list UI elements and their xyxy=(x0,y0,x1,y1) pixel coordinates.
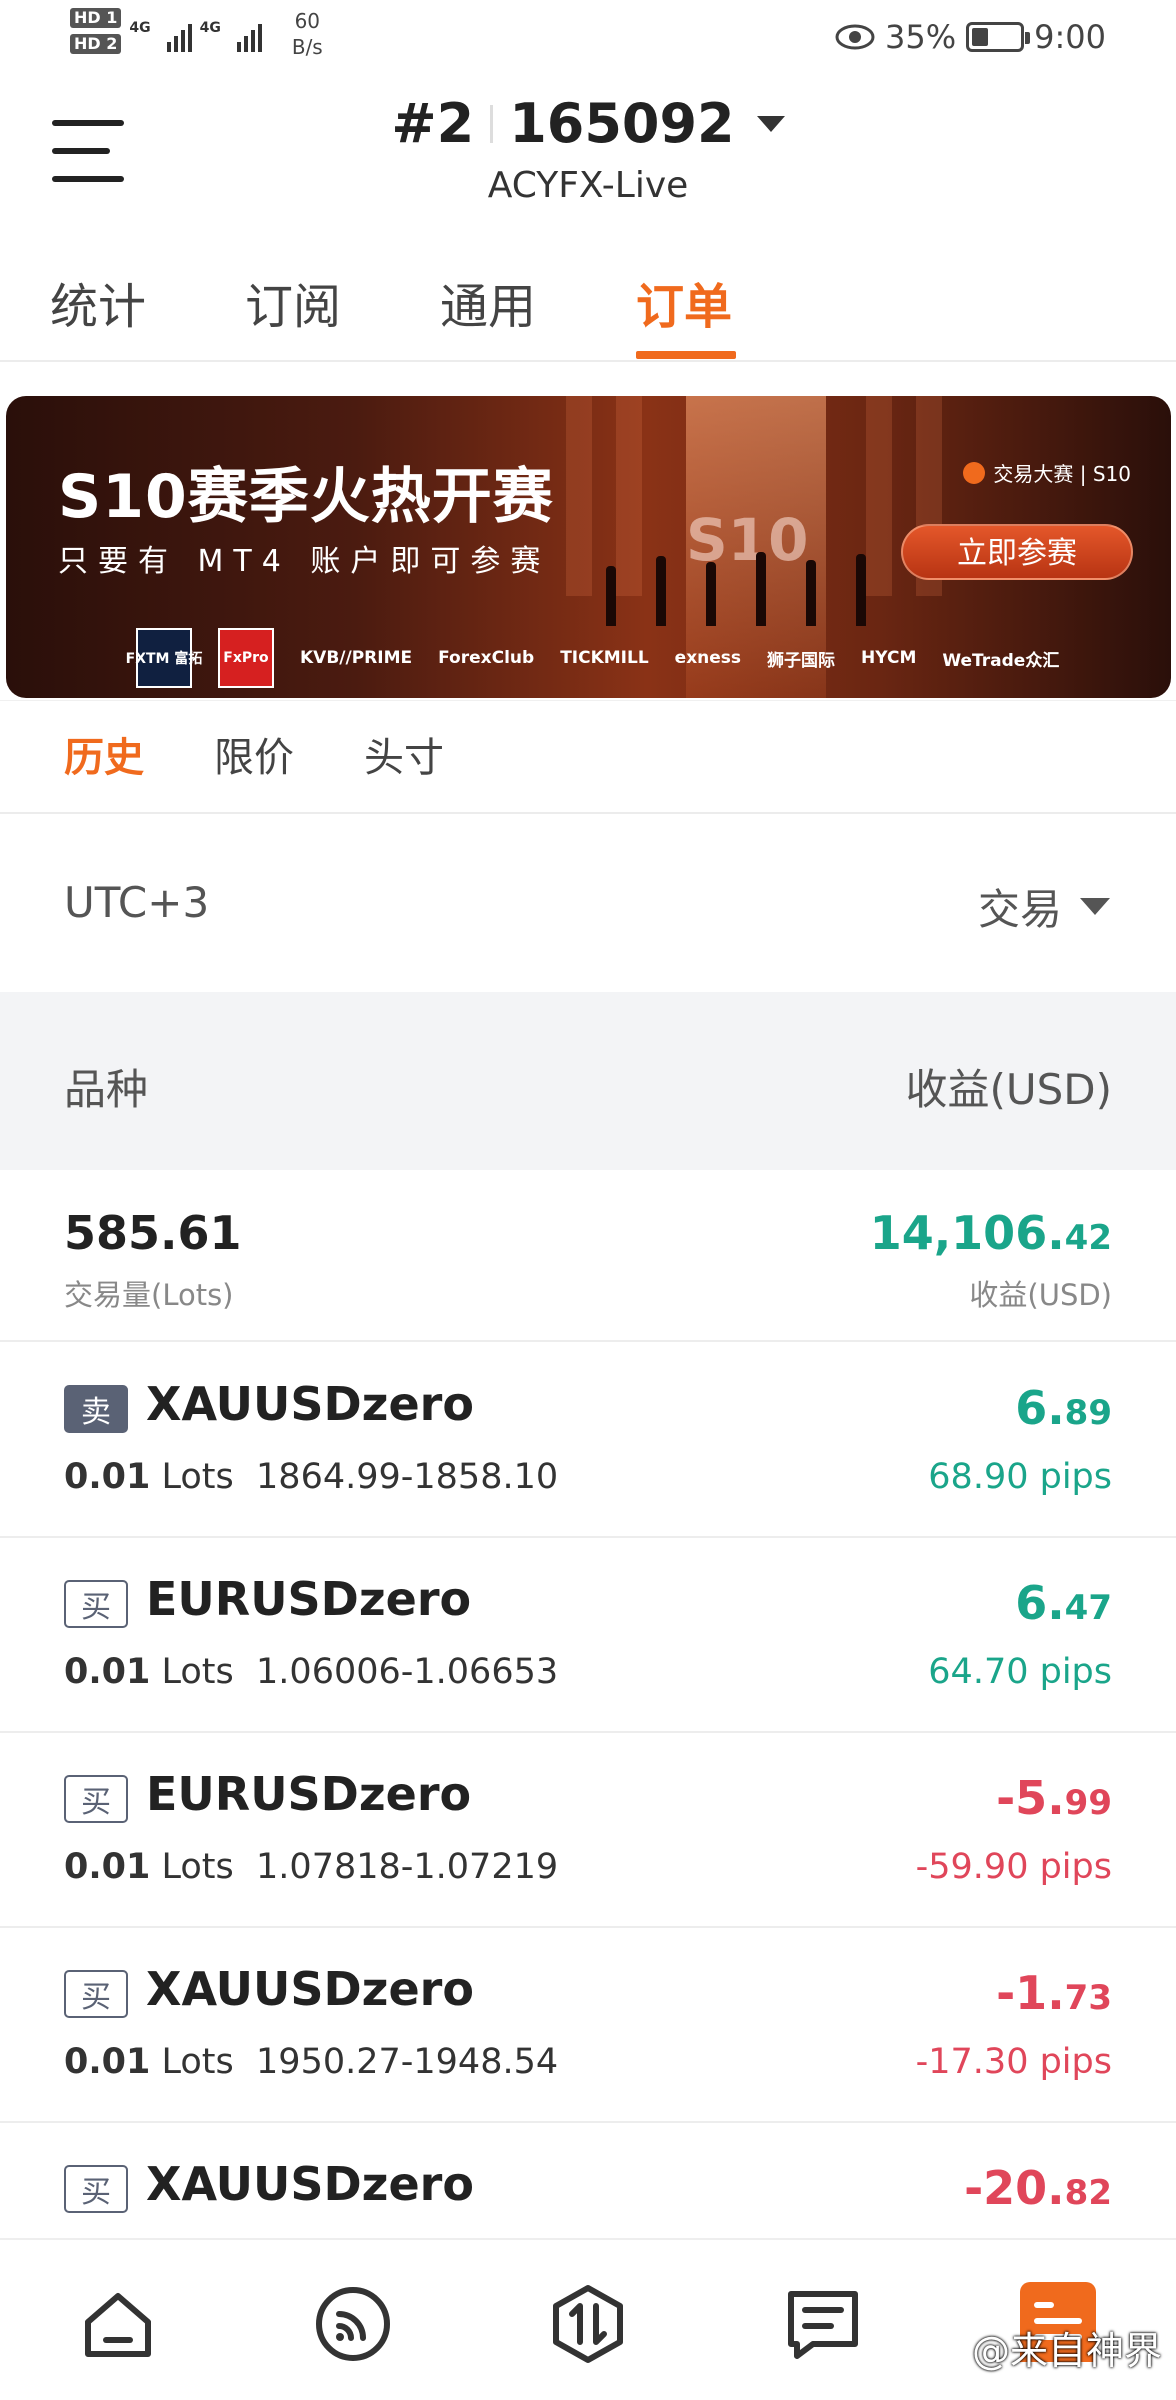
order-pips: 68.90 pips xyxy=(928,1457,1112,1497)
sponsor-logo: 狮子国际 xyxy=(767,650,836,671)
account-number: 165092 xyxy=(509,92,735,155)
side-badge: 买 xyxy=(64,1775,128,1823)
total-lots-label: 交易量(Lots) xyxy=(64,1278,234,1312)
sponsor-logo: exness xyxy=(674,648,742,668)
order-symbol: XAUUSDzero xyxy=(146,1962,474,2016)
promo-banner[interactable]: S10赛季火热开赛 只要有 MT4 账户即可参赛 S10 交易大赛 | S10 … xyxy=(6,396,1171,698)
column-profit: 收益(USD) xyxy=(905,1065,1112,1114)
sponsor-logo: HYCM xyxy=(861,648,917,668)
main-tabs: 统计 订阅 通用 订单 xyxy=(0,255,1176,362)
clock: 9:00 xyxy=(1034,18,1106,56)
subtab-limit[interactable]: 限价 xyxy=(214,725,294,783)
order-symbol: EURUSDzero xyxy=(146,1767,472,1821)
order-pips: -17.30 pips xyxy=(915,2042,1112,2082)
contest-logo-icon xyxy=(963,461,986,484)
orders-icon[interactable] xyxy=(783,2284,863,2364)
order-row[interactable]: 卖 XAUUSDzero 0.01 Lots 1864.99-1858.10 6… xyxy=(0,1343,1176,1538)
sim2-indicator: HD 2 xyxy=(70,34,122,54)
banner-subtitle: 只要有 MT4 账户即可参赛 xyxy=(58,544,551,579)
order-profit: -20.82 xyxy=(964,2161,1112,2215)
trade-icon[interactable] xyxy=(548,2284,628,2364)
summary-row: 585.61 交易量(Lots) 14,106.42 收益(USD) xyxy=(0,1170,1176,1342)
home-icon[interactable] xyxy=(78,2284,158,2364)
feed-icon[interactable] xyxy=(313,2284,393,2364)
order-row[interactable]: 买 EURUSDzero 0.01 Lots 1.06006-1.06653 6… xyxy=(0,1538,1176,1733)
sponsor-logo: FxPro xyxy=(218,628,274,688)
tab-orders[interactable]: 订单 xyxy=(636,267,732,337)
order-profit: 6.47 xyxy=(1015,1576,1112,1630)
network-type-1: 4G xyxy=(129,20,151,36)
order-detail: 0.01 Lots 1.06006-1.06653 xyxy=(64,1652,559,1692)
tab-subscribe[interactable]: 订阅 xyxy=(245,267,341,337)
order-detail: 0.01 Lots 1950.27-1948.54 xyxy=(64,2042,559,2082)
order-pips: -59.90 pips xyxy=(915,1847,1112,1887)
side-badge: 买 xyxy=(64,1580,128,1628)
order-subtabs: 历史 限价 头寸 xyxy=(0,700,1176,814)
side-badge: 买 xyxy=(64,2165,128,2213)
subtab-positions[interactable]: 头寸 xyxy=(364,725,444,783)
sponsor-logos: FXTM 富拓 FxPro KVB//PRIME ForexClub TICKM… xyxy=(126,628,1111,688)
signal-icon xyxy=(236,8,262,52)
sponsor-logo: KVB//PRIME xyxy=(300,648,413,668)
banner-badge: 交易大赛 | S10 xyxy=(963,458,1131,487)
eye-icon xyxy=(835,24,875,50)
status-bar: HD 1 HD 2 4G 4G 60 B/s 35% 9:00 xyxy=(0,0,1176,80)
sponsor-logo: TICKMILL xyxy=(560,648,649,668)
account-index: #2 xyxy=(391,92,475,155)
order-profit: -1.73 xyxy=(996,1966,1112,2020)
order-row[interactable]: 买 XAUUSDzero 0.01 Lots 1950.27-1948.54 -… xyxy=(0,1928,1176,2123)
order-profit: -5.99 xyxy=(996,1771,1112,1825)
side-badge: 买 xyxy=(64,1970,128,2018)
network-type-2: 4G xyxy=(199,20,221,36)
table-header: 品种 收益(USD) xyxy=(0,992,1176,1170)
column-symbol: 品种 xyxy=(64,1065,149,1114)
account-selector[interactable]: #2 165092 ACYFX-Live xyxy=(0,92,1176,206)
active-tab-indicator xyxy=(636,351,736,359)
sponsor-logo: WeTrade众汇 xyxy=(942,650,1060,671)
order-detail: 0.01 Lots 1.07818-1.07219 xyxy=(64,1847,559,1887)
subtab-history[interactable]: 历史 xyxy=(64,725,144,783)
battery-icon xyxy=(966,22,1031,52)
signal-icon xyxy=(166,8,192,52)
tab-stats[interactable]: 统计 xyxy=(50,267,146,337)
type-dropdown[interactable]: 交易 xyxy=(978,876,1110,937)
battery-percent: 35% xyxy=(885,18,957,56)
watermark: @来自神界 xyxy=(971,2329,1162,2373)
tab-general[interactable]: 通用 xyxy=(440,267,536,337)
order-symbol: XAUUSDzero xyxy=(146,1377,474,1431)
bottom-nav: @来自神界 xyxy=(0,2238,1176,2400)
order-row[interactable]: 买 EURUSDzero 0.01 Lots 1.07818-1.07219 -… xyxy=(0,1733,1176,1928)
sponsor-logo: ForexClub xyxy=(438,648,535,668)
join-contest-button[interactable]: 立即参赛 xyxy=(901,524,1133,580)
timezone-label[interactable]: UTC+3 xyxy=(64,878,209,927)
chevron-down-icon xyxy=(756,115,785,132)
network-speed: 60 B/s xyxy=(291,9,323,59)
total-profit-label: 收益(USD) xyxy=(969,1278,1112,1312)
banner-figures xyxy=(586,536,906,626)
chevron-down-icon xyxy=(1080,898,1110,915)
order-symbol: EURUSDzero xyxy=(146,1572,472,1626)
order-symbol: XAUUSDzero xyxy=(146,2157,474,2211)
divider xyxy=(490,104,494,143)
order-pips: 64.70 pips xyxy=(928,1652,1112,1692)
filter-row: UTC+3 交易 xyxy=(0,816,1176,992)
sponsor-logo: FXTM 富拓 xyxy=(126,628,202,688)
total-lots: 585.61 xyxy=(64,1206,242,1260)
order-detail: 0.01 Lots 1864.99-1858.10 xyxy=(64,1457,559,1497)
order-profit: 6.89 xyxy=(1015,1381,1112,1435)
total-profit: 14,106.42 xyxy=(869,1206,1112,1260)
banner-title: S10赛季火热开赛 xyxy=(58,462,554,532)
side-badge: 卖 xyxy=(64,1385,128,1433)
server-name: ACYFX-Live xyxy=(487,165,689,206)
sim1-indicator: HD 1 xyxy=(70,8,122,28)
